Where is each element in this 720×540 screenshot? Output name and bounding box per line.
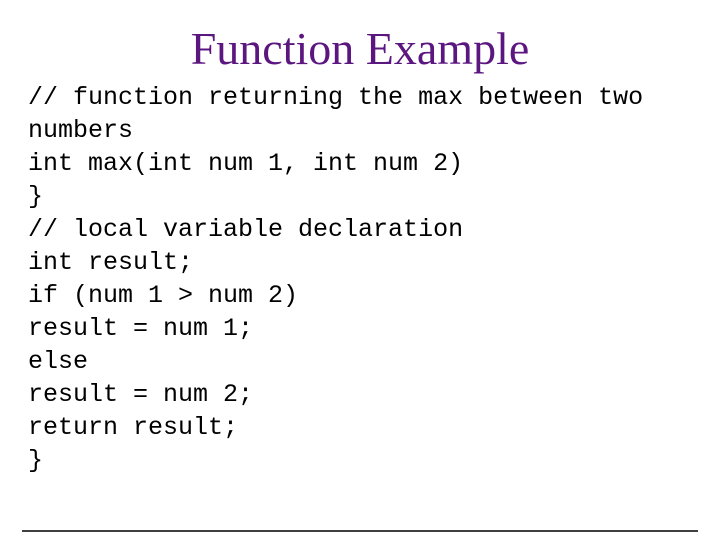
- footer-rule: [22, 530, 698, 532]
- code-block: // function returning the max between tw…: [28, 81, 692, 477]
- slide-title: Function Example: [0, 22, 720, 75]
- slide: Function Example // function returning t…: [0, 22, 720, 540]
